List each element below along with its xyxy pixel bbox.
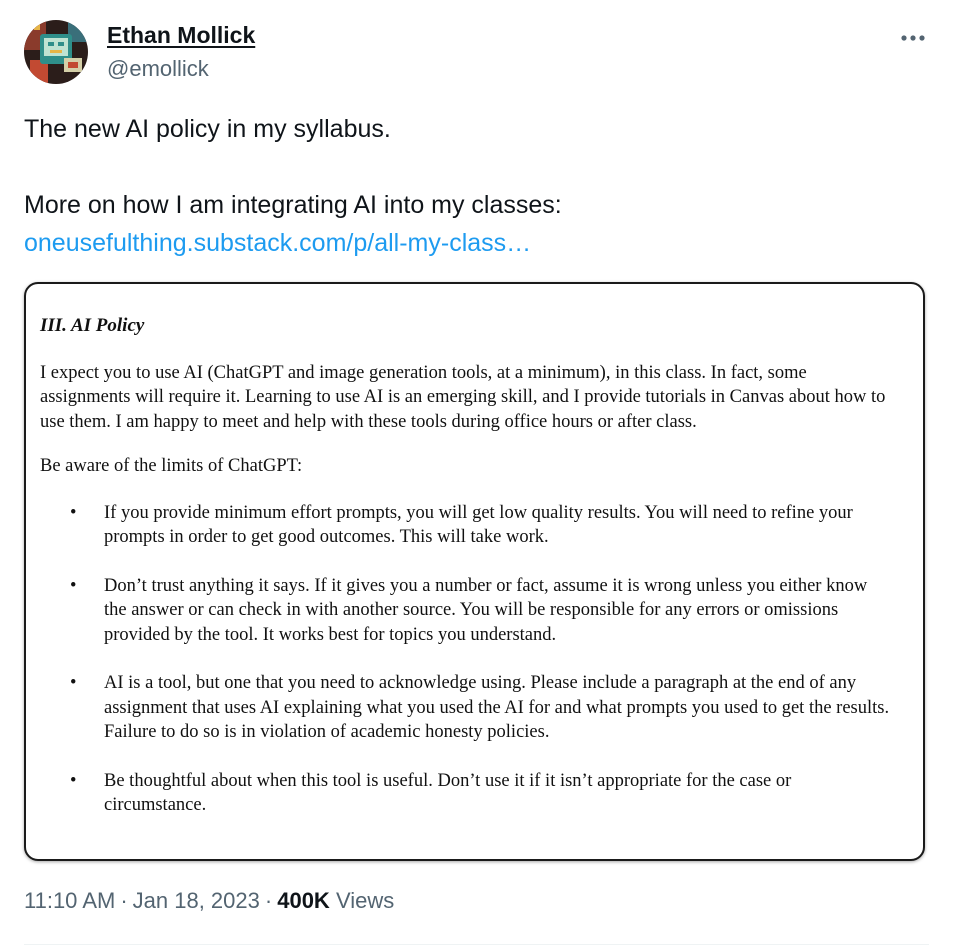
document-subheading: Be aware of the limits of ChatGPT: [40,456,303,476]
bullet-text: Be thoughtful about when this tool is us… [104,770,792,816]
document-bullet-item: • Don’t trust anything it says. If it gi… [40,574,890,648]
views-count: 400K [277,888,330,913]
more-options-icon [901,35,925,41]
syllabus-document: III. AI Policy I expect you to use AI (C… [40,314,890,842]
meta-separator: · [120,888,128,913]
avatar[interactable] [24,20,88,84]
tweet-media-image[interactable]: III. AI Policy I expect you to use AI (C… [24,282,925,861]
tweet-text-line: The new AI policy in my syllabus. [24,115,391,143]
divider [24,944,929,945]
document-intro: I expect you to use AI (ChatGPT and imag… [40,362,886,432]
document-bullet-item: • If you provide minimum effort prompts,… [40,501,890,550]
document-bullet-item: • Be thoughtful about when this tool is … [40,769,890,818]
tweet-date[interactable]: Jan 18, 2023 [133,888,260,913]
bullet-icon: • [70,673,77,693]
more-options-button[interactable] [896,24,930,52]
bullet-icon: • [70,575,77,596]
tweet: Ethan Mollick @emollick The new AI polic… [0,0,975,948]
document-heading: III. AI Policy [40,315,145,336]
views-label: Views [335,888,395,913]
bullet-icon: • [70,770,77,791]
tweet-text: The new AI policy in my syllabus. More o… [24,110,944,262]
author-handle[interactable]: @emollick [107,56,209,82]
document-bullet-item: • AI is a tool, but one that you need to… [40,671,890,745]
bullet-text: AI is a tool, but one that you need to a… [104,673,890,742]
tweet-time[interactable]: 11:10 AM [24,888,115,913]
tweet-text-line: More on how I am integrating AI into my … [24,191,562,219]
tweet-metadata: 11:10 AM · Jan 18, 2023 · 400K Views [24,888,394,914]
document-bullet-list: • If you provide minimum effort prompts,… [40,501,890,818]
author-display-name[interactable]: Ethan Mollick [107,22,255,49]
bullet-icon: • [70,502,77,523]
bullet-text: Don’t trust anything it says. If it give… [104,575,868,645]
pixel-art-avatar-icon [24,20,88,84]
bullet-text: If you provide minimum effort prompts, y… [104,502,853,548]
meta-separator: · [264,888,273,913]
tweet-link[interactable]: oneusefulthing.substack.com/p/all-my-cla… [24,229,531,257]
